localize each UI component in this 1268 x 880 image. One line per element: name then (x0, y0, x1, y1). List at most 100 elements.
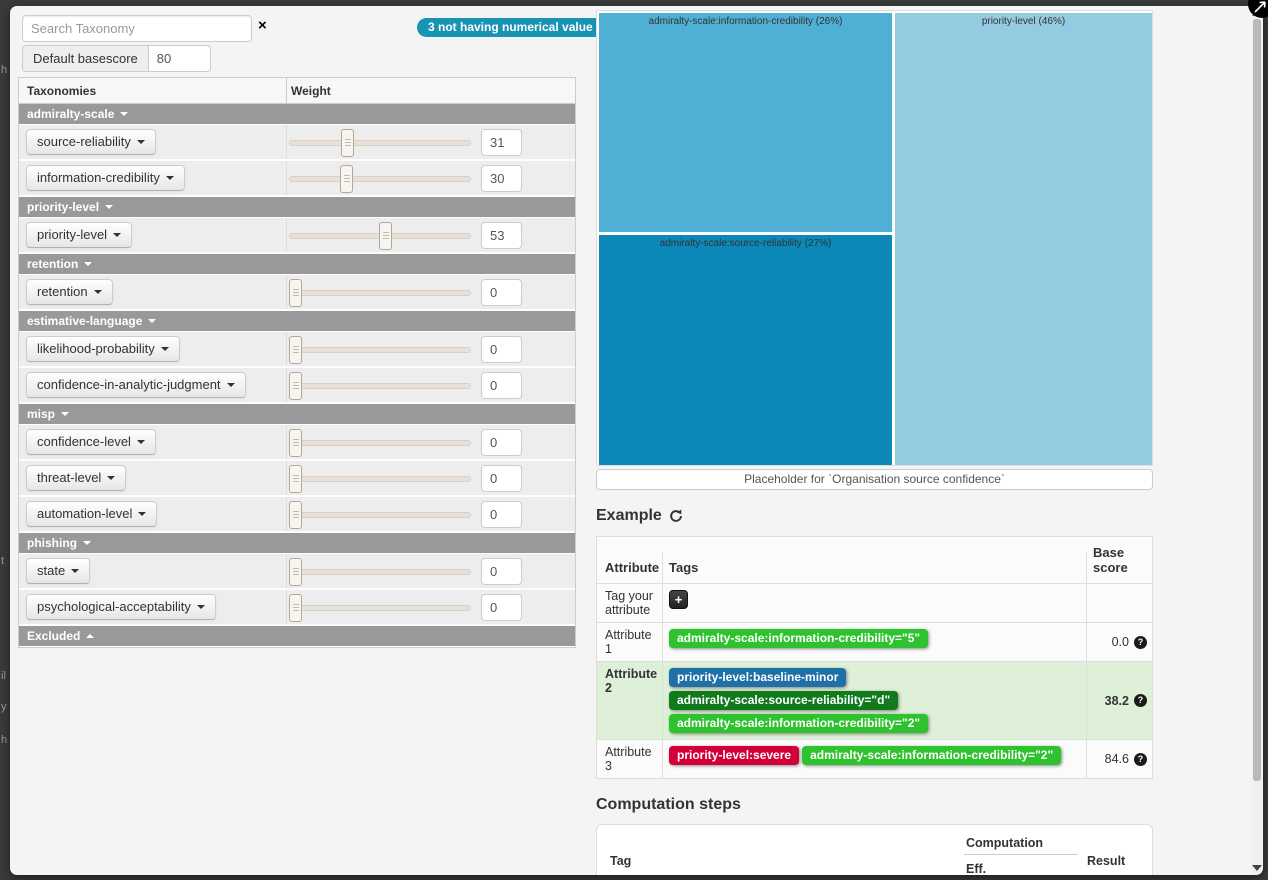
slider-thumb[interactable] (379, 222, 392, 250)
default-basescore-input[interactable] (149, 45, 211, 72)
retention-weight-slider[interactable] (289, 290, 471, 296)
source-reliability-weight-input[interactable] (481, 129, 522, 156)
automation-level-dropdown-button[interactable]: automation-level (26, 501, 157, 527)
computation-table-header: Tag Computation Eff. Ratio Value Result (597, 825, 1152, 875)
tag-admiralty-scale-information-credibility-2-[interactable]: admiralty-scale:information-credibility=… (802, 746, 1061, 765)
example-heading: Example (596, 507, 1153, 525)
example-score-cell: 84.6? (1087, 740, 1152, 778)
group-header-priority-level[interactable]: priority-level (19, 197, 575, 218)
confidence-level-weight-slider[interactable] (289, 440, 471, 446)
treemap-block-admiralty-scale:information-credibility[interactable]: admiralty-scale:information-credibility … (599, 13, 892, 232)
group-header-retention[interactable]: retention (19, 254, 575, 275)
retention-dropdown-button[interactable]: retention (26, 279, 113, 305)
taxonomy-row: psychological-acceptability (19, 590, 575, 626)
taxonomies-column-header: Taxonomies (19, 78, 287, 103)
slider-thumb[interactable] (289, 558, 302, 586)
slider-thumb[interactable] (289, 372, 302, 400)
confidence-in-analytic-judgment-weight-input[interactable] (481, 372, 522, 399)
question-circle-icon[interactable]: ? (1134, 636, 1147, 649)
refresh-icon[interactable] (669, 509, 683, 523)
modal-scrollbar[interactable] (1252, 6, 1262, 875)
backdrop-text-fragment: il (1, 670, 6, 682)
search-taxonomy-input[interactable] (22, 15, 252, 42)
threat-level-dropdown-button[interactable]: threat-level (26, 465, 126, 491)
question-circle-icon[interactable]: ? (1134, 753, 1147, 766)
psychological-acceptability-weight-input[interactable] (481, 594, 522, 621)
dropdown-label: likelihood-probability (37, 341, 155, 356)
source-reliability-weight-slider[interactable] (289, 140, 471, 146)
slider-thumb[interactable] (289, 465, 302, 493)
group-label: estimative-language (27, 314, 142, 328)
slider-thumb[interactable] (289, 336, 302, 364)
likelihood-probability-weight-input[interactable] (481, 336, 522, 363)
tag-admiralty-scale-source-reliability-d-[interactable]: admiralty-scale:source-reliability="d" (669, 691, 898, 710)
example-table: Attribute Tags Base score Tag your attri… (596, 536, 1153, 779)
information-credibility-dropdown-button[interactable]: information-credibility (26, 165, 185, 191)
scrollbar-thumb[interactable] (1253, 19, 1261, 781)
slider-thumb[interactable] (289, 501, 302, 529)
example-row: Attribute 3priority-level:severeadmiralt… (597, 740, 1152, 778)
add-tag-button[interactable]: + (669, 590, 688, 609)
information-credibility-weight-input[interactable] (481, 165, 522, 192)
caret-up-icon (86, 634, 94, 638)
example-tags-cell: priority-level:baseline-minor admiralty-s… (663, 662, 1087, 739)
confidence-in-analytic-judgment-weight-slider[interactable] (289, 383, 471, 389)
group-header-phishing[interactable]: phishing (19, 533, 575, 554)
taxonomy-table-header: Taxonomies Weight (19, 78, 575, 104)
treemap-block-label: admiralty-scale:source-reliability (27%) (599, 238, 892, 249)
information-credibility-weight-slider[interactable] (289, 176, 471, 182)
screen: { "colors": { "badge_teal": "#1793b3", "… (0, 0, 1268, 880)
group-header-estimative-language[interactable]: estimative-language (19, 311, 575, 332)
group-label: misp (27, 407, 55, 421)
group-header-admiralty-scale[interactable]: admiralty-scale (19, 104, 575, 125)
tag-priority-level-baseline-minor[interactable]: priority-level:baseline-minor (669, 668, 846, 687)
retention-weight-input[interactable] (481, 279, 522, 306)
slider-thumb[interactable] (289, 429, 302, 457)
confidence-level-dropdown-button[interactable]: confidence-level (26, 429, 156, 455)
tag-admiralty-scale-information-credibility-5-[interactable]: admiralty-scale:information-credibility=… (669, 629, 928, 648)
caret-down-icon (84, 262, 92, 266)
group-label: retention (27, 257, 78, 271)
slider-thumb[interactable] (289, 279, 302, 307)
treemap-block-priority-level[interactable]: priority-level (46%) (895, 13, 1152, 465)
tag-priority-level-severe[interactable]: priority-level:severe (669, 746, 799, 765)
example-tags-cell: priority-level:severeadmiralty-scale:inf… (663, 740, 1087, 778)
automation-level-weight-input[interactable] (481, 501, 522, 528)
source-reliability-dropdown-button[interactable]: source-reliability (26, 129, 156, 155)
dropdown-label: threat-level (37, 470, 101, 485)
group-header-misp[interactable]: misp (19, 404, 575, 425)
caret-down-icon (120, 112, 128, 116)
score-panel: admiralty-scale:information-credibility … (596, 10, 1153, 875)
slider-thumb[interactable] (340, 165, 353, 193)
computation-steps-heading: Computation steps (596, 796, 1153, 814)
caret-down-icon (137, 140, 145, 144)
slider-thumb[interactable] (289, 594, 302, 622)
threat-level-weight-slider[interactable] (289, 476, 471, 482)
slider-thumb[interactable] (341, 129, 354, 157)
psychological-acceptability-dropdown-button[interactable]: psychological-acceptability (26, 594, 216, 620)
threat-level-weight-input[interactable] (481, 465, 522, 492)
priority-level-weight-input[interactable] (481, 222, 522, 249)
caret-down-icon (94, 290, 102, 294)
state-weight-slider[interactable] (289, 569, 471, 575)
confidence-level-weight-input[interactable] (481, 429, 522, 456)
clear-search-icon[interactable]: × (258, 17, 267, 34)
treemap-block-admiralty-scale:source-reliability[interactable]: admiralty-scale:source-reliability (27%) (599, 235, 892, 465)
decaying-tool-modal: × 3 not having numerical value Default b… (10, 6, 1263, 875)
scrollbar-down-arrow-icon[interactable] (1252, 865, 1262, 871)
cursor-arrow-icon (1254, 0, 1268, 13)
confidence-in-analytic-judgment-dropdown-button[interactable]: confidence-in-analytic-judgment (26, 372, 246, 398)
psychological-acceptability-weight-slider[interactable] (289, 605, 471, 611)
automation-level-weight-slider[interactable] (289, 512, 471, 518)
likelihood-probability-weight-slider[interactable] (289, 347, 471, 353)
question-circle-icon[interactable]: ? (1134, 694, 1147, 707)
tag-admiralty-scale-information-credibility-2-[interactable]: admiralty-scale:information-credibility=… (669, 714, 928, 733)
example-heading-label: Example (596, 507, 662, 525)
likelihood-probability-dropdown-button[interactable]: likelihood-probability (26, 336, 180, 362)
group-header-Excluded[interactable]: Excluded (19, 626, 575, 647)
priority-level-dropdown-button[interactable]: priority-level (26, 222, 132, 248)
state-dropdown-button[interactable]: state (26, 558, 90, 584)
base-score-value: 0.0 (1112, 635, 1129, 649)
backdrop-text-fragment: h (1, 64, 7, 76)
state-weight-input[interactable] (481, 558, 522, 585)
